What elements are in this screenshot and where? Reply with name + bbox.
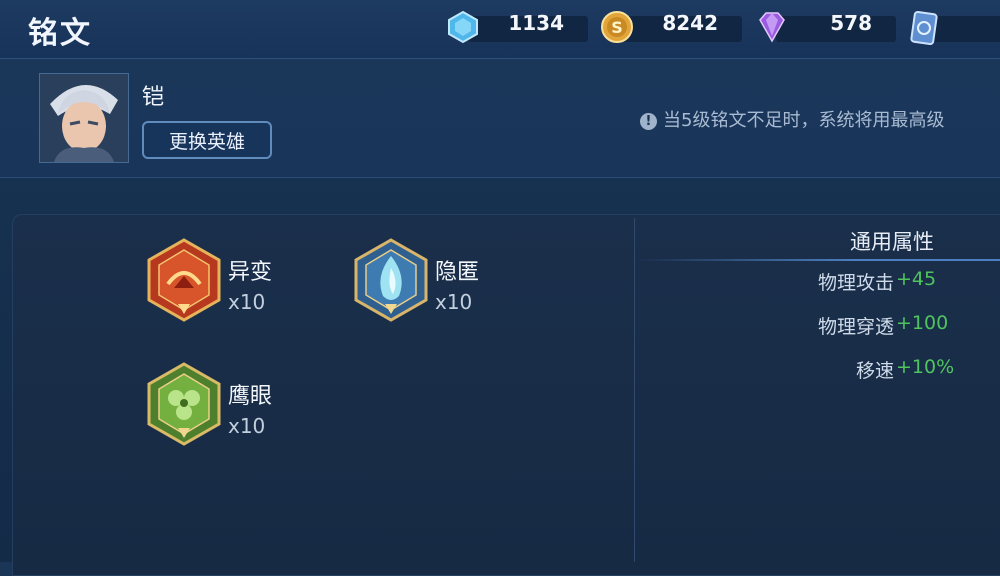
- inscription-item[interactable]: 鹰眼 x10: [146, 362, 296, 452]
- blue-inscription-icon: [354, 238, 428, 322]
- green-inscription-icon: [147, 362, 221, 446]
- diamond-resource[interactable]: 578: [754, 10, 896, 44]
- attribute-row: 物理攻击 +45: [600, 268, 1000, 296]
- attribute-row: 移速 +10%: [600, 356, 1000, 384]
- hero-portrait: [39, 73, 129, 163]
- gold-count: 8242: [662, 11, 718, 35]
- crystal-resource[interactable]: 1134: [446, 10, 588, 44]
- hero-header: 铠 更换英雄 ! 当5级铭文不足时，系统将用最高级: [0, 59, 1000, 178]
- gold-resource[interactable]: S 8242: [600, 10, 742, 44]
- attributes-underline: [636, 259, 1000, 261]
- inscription-name: 异变: [228, 260, 273, 285]
- inscription-count: x10: [228, 414, 266, 438]
- change-hero-button[interactable]: 更换英雄: [142, 121, 272, 159]
- red-inscription-icon: [147, 238, 221, 322]
- hero-name: 铠: [142, 85, 165, 110]
- attributes-title: 通用属性: [850, 230, 934, 254]
- hero-avatar-image: [40, 74, 128, 162]
- inscription-count: x10: [228, 290, 266, 314]
- card-icon: [910, 11, 938, 45]
- attribute-value: +45: [896, 268, 937, 290]
- page-title: 铭文: [28, 16, 92, 51]
- attribute-row: 物理穿透 +100: [600, 312, 1000, 340]
- inscription-name: 隐匿: [435, 260, 480, 285]
- inscription-item[interactable]: 异变 x10: [146, 238, 296, 328]
- attribute-label: 物理穿透: [817, 316, 894, 338]
- attribute-label: 物理攻击: [817, 272, 894, 294]
- attribute-value: +10%: [896, 356, 955, 378]
- top-bar: 铭文 1134 S 8242 578: [0, 0, 1000, 59]
- crystal-count: 1134: [508, 11, 564, 35]
- attribute-value: +100: [896, 312, 949, 334]
- inscription-notice: ! 当5级铭文不足时，系统将用最高级: [640, 106, 944, 132]
- inscription-count: x10: [435, 290, 473, 314]
- inscription-item[interactable]: 隐匿 x10: [353, 238, 503, 328]
- diamond-count: 578: [830, 11, 872, 35]
- inscription-name: 鹰眼: [228, 384, 273, 409]
- card-resource[interactable]: [908, 10, 1000, 45]
- info-icon: !: [640, 113, 657, 130]
- notice-text: 当5级铭文不足时，系统将用最高级: [663, 110, 945, 131]
- attribute-label: 移速: [855, 360, 894, 382]
